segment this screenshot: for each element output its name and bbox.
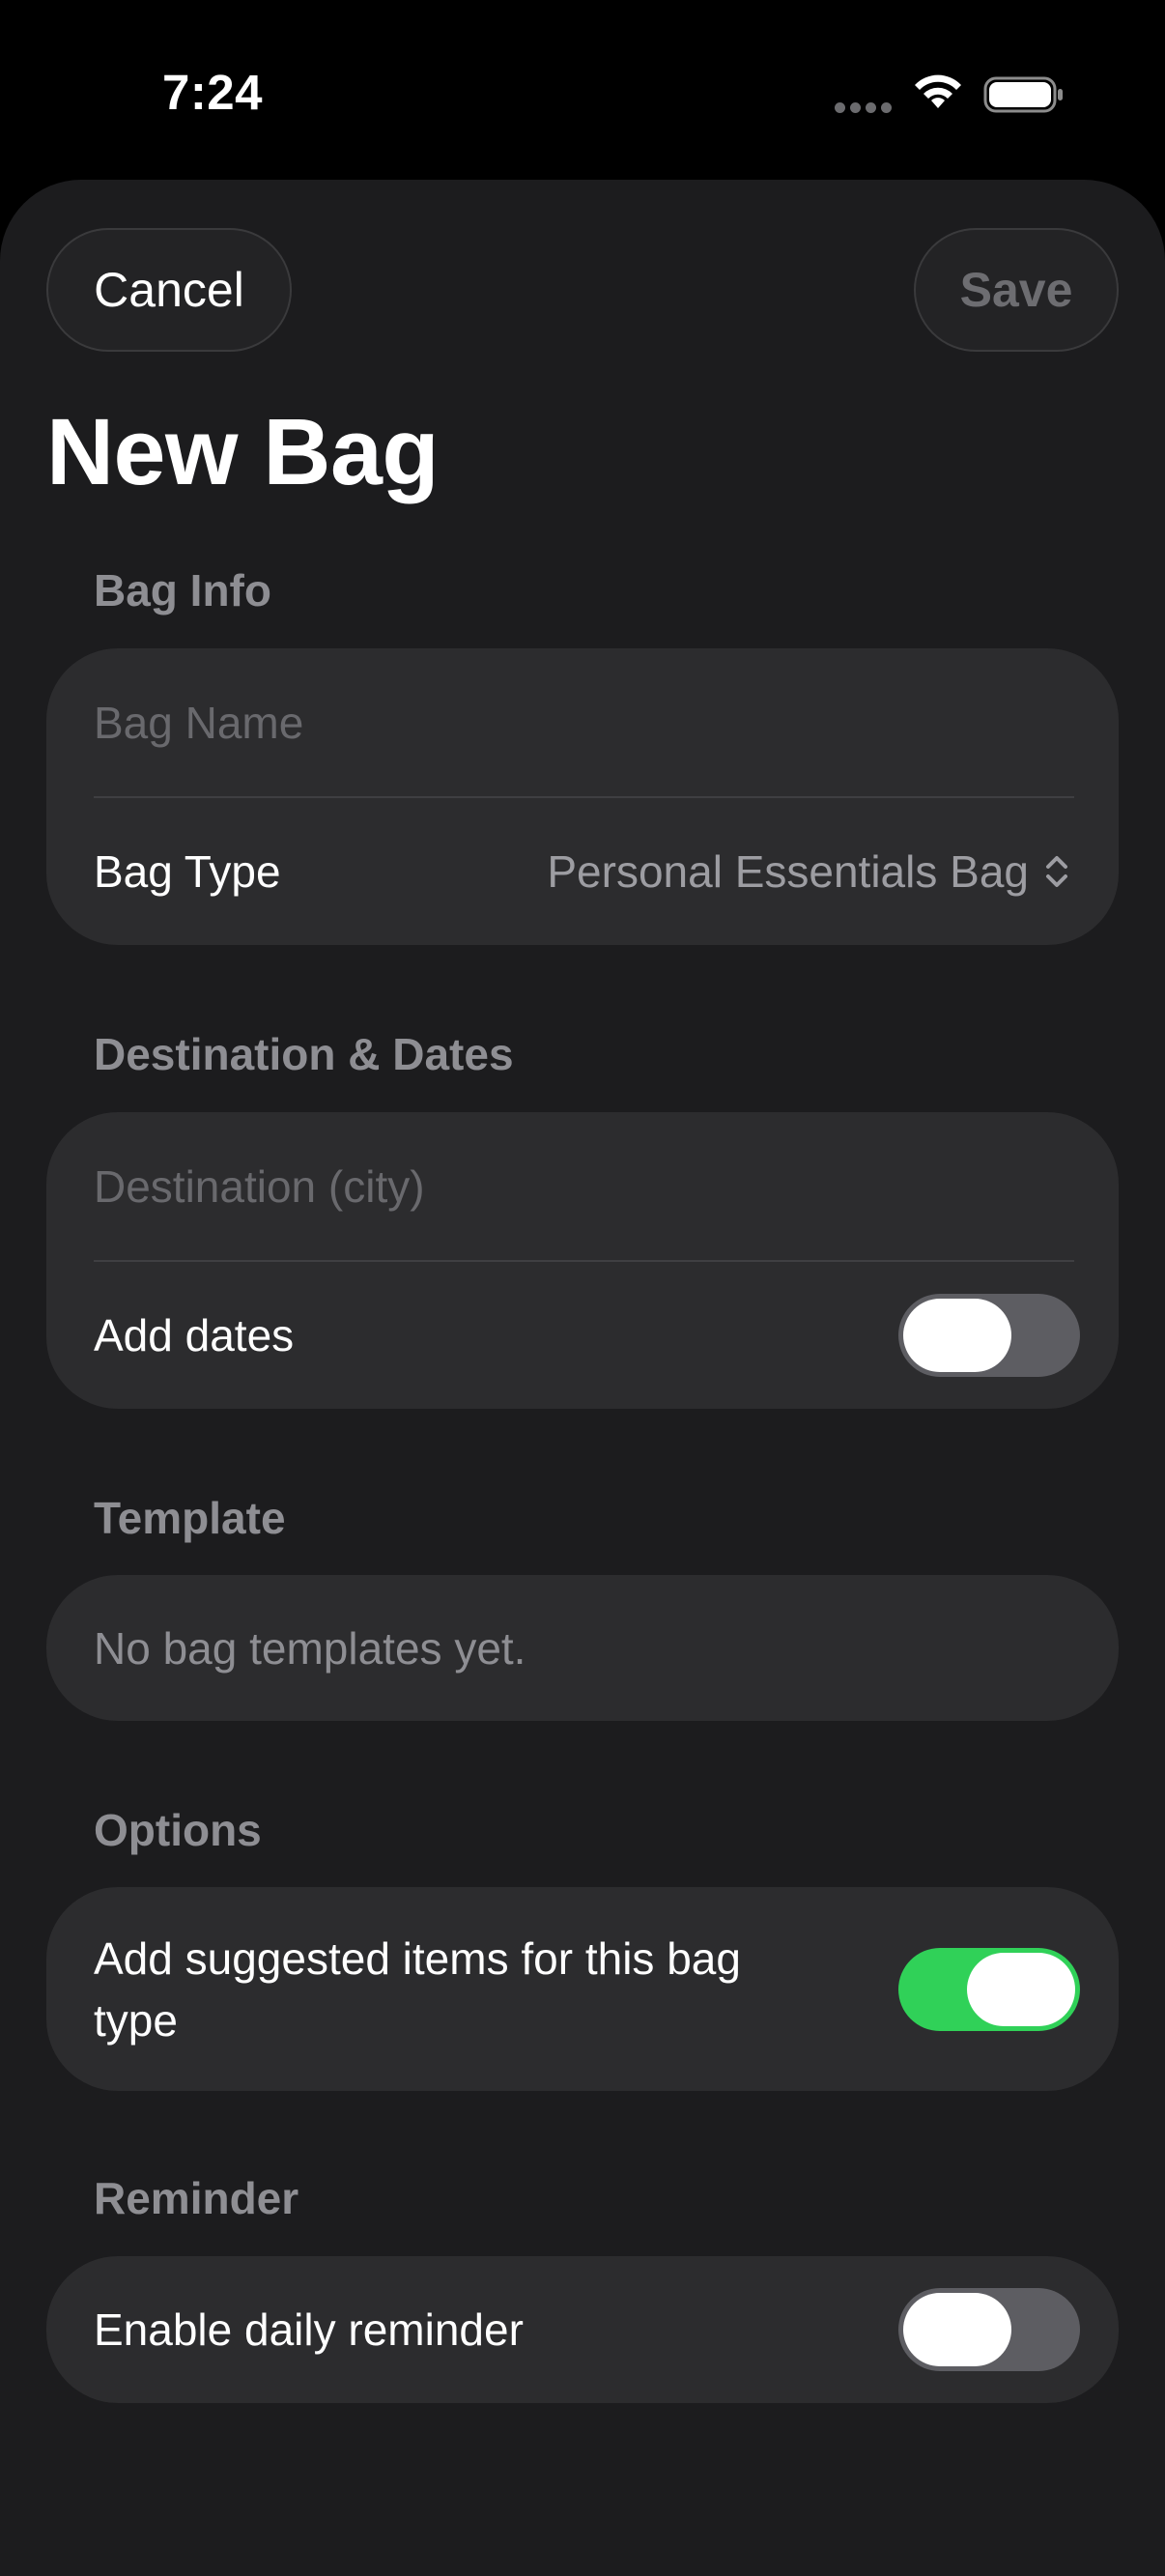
bag-type-picker[interactable]: Bag Type Personal Essentials Bag: [94, 798, 1071, 945]
suggested-items-toggle[interactable]: [898, 1948, 1080, 2031]
save-button[interactable]: Save: [914, 228, 1119, 352]
template-empty-row: No bag templates yet.: [94, 1575, 1071, 1721]
bag-type-label: Bag Type: [94, 846, 281, 897]
destination-placeholder: Destination (city): [94, 1161, 425, 1212]
template-card: No bag templates yet.: [46, 1575, 1119, 1721]
section-header-reminder: Reminder: [94, 2173, 299, 2223]
section-header-destination: Destination & Dates: [94, 1029, 514, 1079]
status-bar: 7:24: [0, 0, 1165, 184]
daily-reminder-toggle[interactable]: [898, 2288, 1080, 2371]
status-time: 7:24: [161, 65, 264, 120]
bag-name-field[interactable]: Bag Name: [94, 648, 1071, 797]
toggle-knob: [903, 2293, 1011, 2366]
add-dates-toggle[interactable]: [898, 1294, 1080, 1377]
wifi-icon: [915, 74, 961, 108]
options-card: Add suggested items for this bag type: [46, 1887, 1119, 2091]
add-dates-label: Add dates: [94, 1310, 295, 1360]
chevron-updown-icon: [1046, 856, 1067, 887]
section-header-template: Template: [94, 1493, 286, 1543]
toggle-knob: [903, 1299, 1011, 1372]
bag-type-value: Personal Essentials Bag: [547, 846, 1029, 897]
destination-card: Destination (city) Add dates: [46, 1112, 1119, 1409]
battery-icon: [983, 76, 1063, 113]
section-header-options: Options: [94, 1805, 262, 1855]
suggested-items-label: Add suggested items for this bag type: [94, 1932, 741, 2046]
destination-field[interactable]: Destination (city): [94, 1112, 1071, 1261]
template-empty-text: No bag templates yet.: [94, 1622, 526, 1674]
bag-info-card: Bag Name Bag Type Personal Essentials Ba…: [46, 648, 1119, 945]
toggle-knob: [967, 1953, 1075, 2026]
section-header-bag-info: Bag Info: [94, 565, 271, 615]
page-title: New Bag: [46, 399, 440, 504]
signal-dots-icon: [835, 102, 893, 114]
reminder-card: Enable daily reminder: [46, 2256, 1119, 2403]
cancel-button[interactable]: Cancel: [46, 228, 292, 352]
bag-type-value-container: Personal Essentials Bag: [547, 845, 1071, 898]
daily-reminder-label: Enable daily reminder: [94, 2304, 524, 2355]
bag-name-placeholder: Bag Name: [94, 698, 304, 748]
